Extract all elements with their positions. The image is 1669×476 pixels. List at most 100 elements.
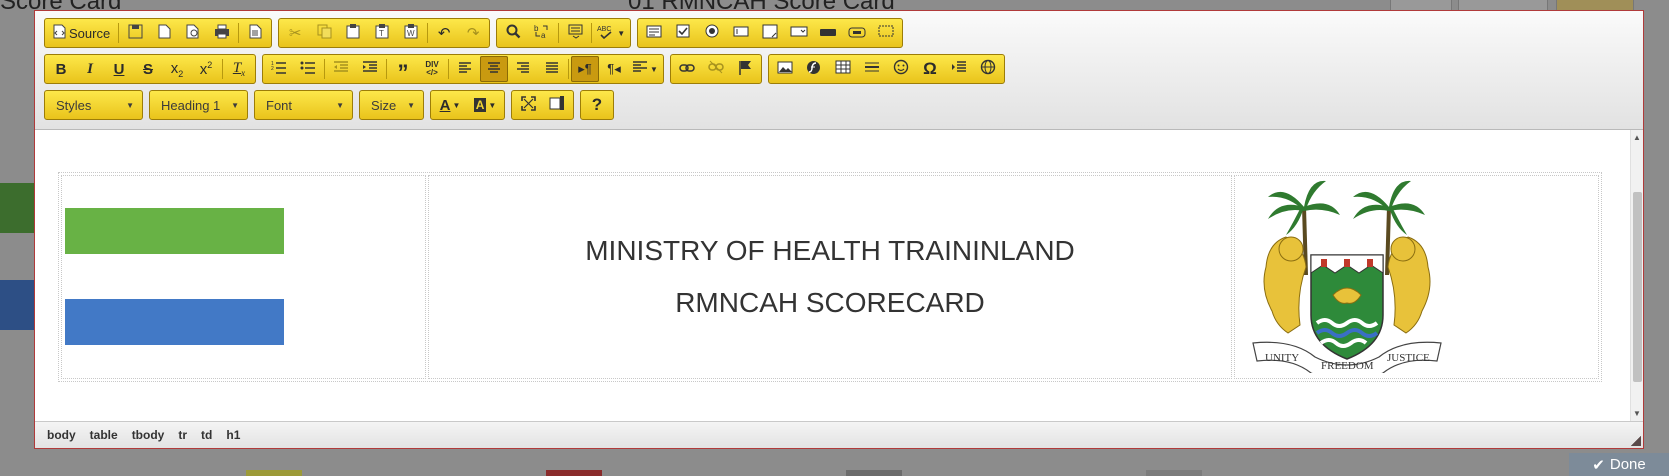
new-page-button[interactable] [150, 20, 178, 46]
find-button[interactable] [499, 20, 527, 46]
italic-button[interactable]: I [76, 56, 104, 82]
div-button[interactable]: DIV </> [418, 56, 446, 82]
unlink-button[interactable] [702, 56, 730, 82]
page-icon [158, 24, 171, 43]
chevron-down-icon: ▼ [617, 28, 626, 38]
indent-button[interactable] [356, 56, 384, 82]
superscript-button[interactable]: x2 [192, 56, 220, 82]
preview-icon [186, 24, 201, 43]
editor-content-area[interactable]: MINISTRY OF HEALTH TRAININLAND RMNCAH SC… [35, 130, 1643, 421]
align-right-button[interactable] [509, 56, 537, 82]
text-color-button[interactable]: A ▼ [433, 92, 467, 118]
special-char-button[interactable]: Ω [916, 56, 944, 82]
horizontal-rule-button[interactable] [858, 56, 886, 82]
toolbar-group-clipboard: ✂ T W ↶ ↷ [278, 18, 491, 48]
radio-button[interactable] [698, 20, 726, 46]
align-right-icon [516, 61, 530, 78]
background-blue-block [0, 280, 34, 330]
justify-button[interactable] [538, 56, 566, 82]
paste-text-icon: T [375, 23, 389, 43]
outdent-button[interactable] [327, 56, 355, 82]
smiley-button[interactable] [887, 56, 915, 82]
underline-button[interactable]: U [105, 56, 133, 82]
source-button[interactable]: Source [47, 20, 116, 46]
link-button[interactable] [673, 56, 701, 82]
bold-button[interactable]: B [47, 56, 75, 82]
svg-text:2: 2 [271, 66, 274, 72]
page-break-icon [951, 60, 967, 78]
anchor-button[interactable] [731, 56, 759, 82]
align-center-button[interactable] [480, 56, 508, 82]
copy-button[interactable] [310, 20, 338, 46]
blockquote-button[interactable]: ” [389, 56, 417, 84]
editor-scrollbar[interactable]: ▲ ▼ [1630, 130, 1643, 421]
hidden-field-button[interactable] [872, 20, 900, 46]
redo-button[interactable]: ↷ [459, 20, 487, 46]
align-left-icon [458, 61, 472, 78]
preview-button[interactable] [179, 20, 207, 46]
checkbox-button[interactable] [669, 20, 697, 46]
font-dropdown[interactable]: Font ▼ [254, 90, 353, 120]
numbered-list-button[interactable]: 12 [265, 56, 293, 82]
select-button[interactable] [785, 20, 813, 46]
path-item-td[interactable]: td [201, 428, 212, 442]
undo-button[interactable]: ↶ [430, 20, 458, 46]
path-item-table[interactable]: table [90, 428, 118, 442]
textfield-button[interactable] [727, 20, 755, 46]
resize-grip-icon[interactable] [1631, 436, 1641, 446]
path-item-tbody[interactable]: tbody [132, 428, 165, 442]
help-button[interactable]: ? [583, 92, 611, 118]
svg-text:W: W [407, 29, 415, 38]
size-dropdown[interactable]: Size ▼ [359, 90, 424, 120]
select-all-icon [568, 24, 583, 43]
ltr-icon: ▸¶ [578, 61, 592, 76]
select-icon [790, 25, 808, 42]
flash-button[interactable] [800, 56, 828, 82]
flag-cell[interactable] [61, 175, 426, 379]
chevron-down-icon: ▼ [336, 100, 344, 110]
image-button[interactable] [771, 56, 799, 82]
paste-button[interactable] [339, 20, 367, 46]
done-button[interactable]: ✔ Done [1569, 453, 1669, 476]
language-button[interactable]: ▼ [629, 56, 661, 82]
ltr-button[interactable]: ▸¶ [571, 56, 599, 82]
templates-button[interactable] [241, 20, 269, 46]
print-button[interactable] [208, 20, 236, 46]
rtl-button[interactable]: ¶◂ [600, 56, 628, 82]
paste-text-button[interactable]: T [368, 20, 396, 46]
bulleted-list-button[interactable] [294, 56, 322, 82]
styles-dropdown[interactable]: Styles ▼ [44, 90, 143, 120]
align-left-button[interactable] [451, 56, 479, 82]
paste-word-button[interactable]: W [397, 20, 425, 46]
maximize-button[interactable] [514, 92, 542, 118]
title-cell[interactable]: MINISTRY OF HEALTH TRAININLAND RMNCAH SC… [428, 175, 1232, 379]
remove-format-button[interactable]: Tx [225, 56, 253, 82]
path-item-body[interactable]: body [47, 428, 76, 442]
subscript-button[interactable]: x2 [163, 56, 191, 82]
outdent-icon [333, 60, 349, 78]
page-break-button[interactable] [945, 56, 973, 82]
select-all-button[interactable] [561, 20, 589, 46]
coat-of-arms-cell[interactable]: UNITY FREEDOM JUSTICE [1234, 175, 1599, 381]
background-color-button[interactable]: A ▼ [468, 92, 502, 118]
spellcheck-button[interactable]: ABC ▼ [594, 20, 628, 46]
textarea-button[interactable] [756, 20, 784, 46]
button-button[interactable] [814, 20, 842, 46]
scroll-up-arrow-icon[interactable]: ▲ [1633, 133, 1641, 142]
scroll-down-arrow-icon[interactable]: ▼ [1633, 409, 1641, 418]
strike-button[interactable]: S [134, 56, 162, 82]
format-dropdown[interactable]: Heading 1 ▼ [149, 90, 248, 120]
save-button[interactable] [121, 20, 149, 46]
scrollbar-thumb[interactable] [1633, 192, 1642, 382]
image-button-button[interactable] [843, 20, 871, 46]
iframe-button[interactable] [974, 56, 1002, 82]
path-item-h1[interactable]: h1 [226, 428, 240, 442]
replace-button[interactable]: ba [528, 20, 556, 46]
toolbar-group-document: Source [44, 18, 273, 48]
show-blocks-button[interactable] [543, 92, 571, 118]
cut-button[interactable]: ✂ [281, 20, 309, 46]
path-item-tr[interactable]: tr [178, 428, 187, 442]
toolbar-group-paragraph: 12 ” DIV </> ▸¶ ¶◂ ▼ [262, 54, 664, 84]
form-button[interactable] [640, 20, 668, 46]
table-button[interactable] [829, 56, 857, 82]
